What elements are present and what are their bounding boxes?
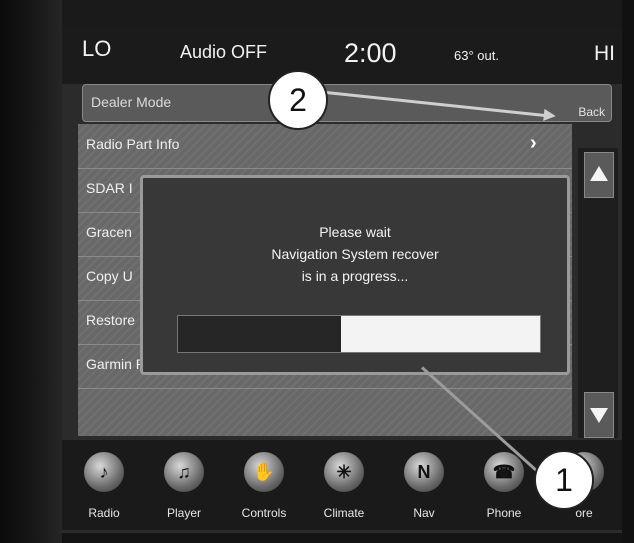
scroll-down-button[interactable] — [584, 392, 614, 438]
list-item-label: Gracen — [86, 224, 132, 240]
dialog-message-line: Please wait — [319, 224, 391, 240]
back-button[interactable]: Back — [578, 105, 605, 119]
climate-icon: ✳ — [324, 452, 364, 492]
photo-background: LO Audio OFF 2:00 63° out. HI Dealer Mod… — [0, 0, 634, 543]
list-item-label: Restore — [86, 312, 136, 328]
chevron-right-icon: › — [530, 132, 537, 154]
dealer-mode-header: Dealer Mode Back — [82, 84, 612, 122]
controls-icon: ✋ — [244, 452, 284, 492]
nav-label: Nav — [413, 506, 435, 520]
nav-button-nav[interactable]: N Nav — [386, 440, 462, 530]
radio-icon: ♪ — [84, 452, 124, 492]
progress-bar-fill — [340, 316, 540, 352]
list-item[interactable]: Radio Part Info › — [78, 124, 572, 169]
list-item-label: Radio Part Info — [86, 136, 180, 152]
nav-button-phone[interactable]: ☎ Phone — [466, 440, 542, 530]
bezel-left — [0, 0, 62, 543]
dialog-message-line: Navigation System recover — [271, 246, 439, 262]
list-item-label: SDAR I — [86, 180, 133, 196]
nav-button-climate[interactable]: ✳ Climate — [306, 440, 382, 530]
temp-hi-button[interactable]: HI — [594, 42, 615, 66]
nav-icon: N — [404, 452, 444, 492]
clock: 2:00 — [344, 38, 397, 68]
list-item-label: Copy U — [86, 268, 133, 284]
callout-marker-2: 2 — [268, 70, 328, 130]
scroll-up-button[interactable] — [584, 152, 614, 198]
scrollbar[interactable] — [578, 148, 618, 438]
nav-label: Radio — [88, 506, 120, 520]
nav-button-player[interactable]: ♫ Player — [146, 440, 222, 530]
callout-marker-1: 1 — [534, 450, 594, 510]
bezel-right — [622, 0, 634, 543]
phone-icon: ☎ — [484, 452, 524, 492]
nav-button-radio[interactable]: ♪ Radio — [66, 440, 142, 530]
nav-label: Climate — [323, 506, 365, 520]
outside-temperature: 63° out. — [454, 48, 499, 63]
dialog-message-line: is in a progress... — [301, 268, 409, 284]
recovery-progress-dialog: Please wait Navigation System recover is… — [140, 175, 570, 375]
nav-label: Player — [166, 506, 201, 520]
audio-status[interactable]: Audio OFF — [180, 42, 267, 63]
status-bar: LO Audio OFF 2:00 63° out. HI — [62, 28, 622, 84]
player-icon: ♫ — [164, 452, 204, 492]
temp-lo-button[interactable]: LO — [82, 36, 111, 62]
nav-button-controls[interactable]: ✋ Controls — [226, 440, 302, 530]
nav-label: Phone — [486, 506, 522, 520]
progress-bar — [177, 315, 541, 353]
nav-label: Controls — [241, 506, 287, 520]
page-title: Dealer Mode — [91, 94, 172, 110]
